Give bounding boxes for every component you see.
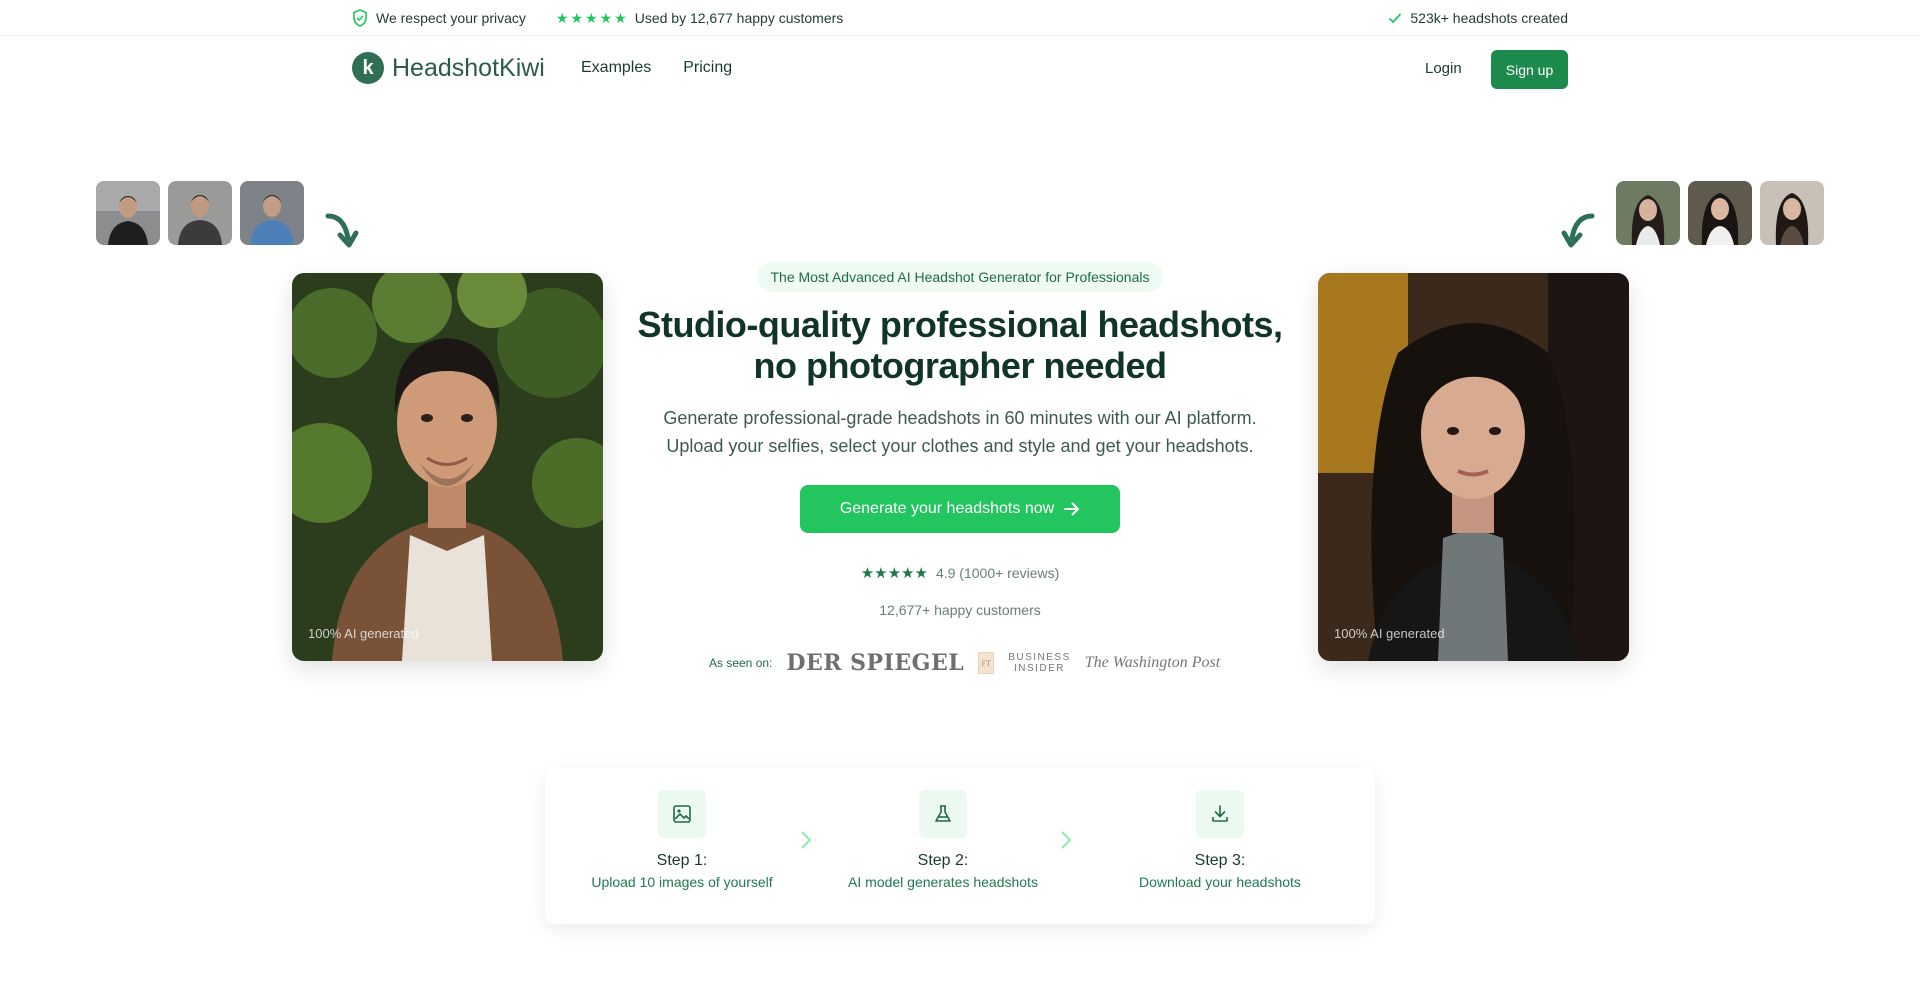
privacy-notice: We respect your privacy <box>352 8 526 28</box>
business-insider-logo: BUSINESS INSIDER <box>1008 652 1071 674</box>
hero-subtitle-line2: Upload your selfies, select your clothes… <box>666 436 1254 456</box>
step-icon-box <box>658 790 706 838</box>
generate-headshots-button[interactable]: Generate your headshots now <box>800 485 1120 533</box>
happy-customers-text: 12,677+ happy customers <box>879 602 1041 618</box>
selfie-thumbnail <box>96 181 160 245</box>
der-spiegel-logo: DER SPIEGEL <box>786 650 965 676</box>
brand-logo[interactable]: k HeadshotKiwi <box>352 52 545 84</box>
step-description: Upload 10 images of yourself <box>591 874 773 890</box>
hero-subtitle: Generate professional-grade headshots in… <box>560 404 1360 460</box>
star-icon: ★ <box>874 565 888 582</box>
hero-subtitle-line1: Generate professional-grade headshots in… <box>663 408 1257 428</box>
chevron-right-icon <box>801 831 812 849</box>
nav-link-pricing[interactable]: Pricing <box>683 59 732 77</box>
bi-line1: BUSINESS <box>1008 652 1071 663</box>
check-icon <box>1389 13 1402 24</box>
rating-text: 4.9 (1000+ reviews) <box>935 565 1060 581</box>
step-1: Step 1: Upload 10 images of yourself <box>562 790 802 890</box>
bi-line2: INSIDER <box>1013 663 1065 674</box>
headshots-created-text: 523k+ headshots created <box>1410 10 1568 26</box>
washington-post-logo: The Washington Post <box>1084 654 1221 671</box>
press-logos: As seen on: DER SPIEGEL FT BUSINESS INSI… <box>709 650 1220 676</box>
main-nav: k HeadshotKiwi Examples Pricing Login Si… <box>0 36 1920 102</box>
rating-stars: ★ ★ ★ ★ ★ <box>556 11 627 25</box>
hero-badge: The Most Advanced AI Headshot Generator … <box>757 262 1163 292</box>
cta-label: Generate your headshots now <box>839 500 1055 517</box>
shield-check-icon <box>353 9 367 27</box>
logo-mark: k <box>352 52 384 84</box>
how-it-works-card: Step 1: Upload 10 images of yourself Ste… <box>545 768 1375 924</box>
headshots-created-notice: 523k+ headshots created <box>1388 8 1568 28</box>
example-headshot-female: 100% AI generated <box>1318 273 1629 661</box>
star-icon: ★ <box>860 565 875 582</box>
rating-summary: ★★★★★ 4.9 (1000+ reviews) <box>560 565 1360 581</box>
step-description: AI model generates headshots <box>848 874 1038 890</box>
customers-text: Used by 12,677 happy customers <box>634 10 844 26</box>
hero-title: Studio-quality professional headshots, n… <box>560 304 1360 386</box>
signup-button[interactable]: Sign up <box>1491 50 1568 89</box>
announcement-bar: We respect your privacy ★ ★ ★ ★ ★ Used b… <box>0 0 1920 36</box>
rating-stars: ★★★★★ <box>861 565 928 581</box>
step-title: Step 1: <box>656 852 708 869</box>
download-icon <box>1212 805 1228 822</box>
star-icon: ★ <box>585 10 598 26</box>
star-icon: ★ <box>901 565 915 582</box>
step-icon-box <box>919 790 967 838</box>
star-icon: ★ <box>614 10 627 26</box>
star-icon: ★ <box>914 565 928 582</box>
hero-title-line2: no photographer needed <box>753 345 1167 386</box>
step-2: Step 2: AI model generates headshots <box>823 790 1063 890</box>
curved-arrow-icon <box>1561 213 1595 248</box>
press-label: As seen on: <box>709 656 773 670</box>
selfie-thumbnail <box>1616 181 1680 245</box>
image-icon <box>673 805 691 823</box>
selfie-thumbnail <box>1760 181 1824 245</box>
step-description: Download your headshots <box>1139 874 1301 890</box>
selfie-thumbnail <box>240 181 304 245</box>
login-link[interactable]: Login <box>1425 60 1462 77</box>
selfie-thumbnail <box>168 181 232 245</box>
arrow-right-icon <box>1064 502 1080 516</box>
selfie-thumbnail <box>1688 181 1752 245</box>
star-icon: ★ <box>887 565 902 582</box>
star-icon: ★ <box>570 10 584 26</box>
privacy-text: We respect your privacy <box>376 10 526 26</box>
ai-generated-caption: 100% AI generated <box>308 626 419 641</box>
step-title: Step 3: <box>1194 852 1246 869</box>
brand-name: HeadshotKiwi <box>392 53 545 82</box>
flask-icon <box>935 805 951 822</box>
step-title: Step 2: <box>917 852 969 869</box>
hero-title-line1: Studio-quality professional headshots, <box>637 304 1283 345</box>
nav-link-examples[interactable]: Examples <box>581 59 651 77</box>
ai-generated-caption: 100% AI generated <box>1334 626 1445 641</box>
curved-arrow-icon <box>325 213 359 248</box>
step-icon-box <box>1196 790 1244 838</box>
step-3: Step 3: Download your headshots <box>1100 790 1340 890</box>
financial-times-logo: FT <box>978 652 995 674</box>
star-icon: ★ <box>599 10 613 26</box>
star-icon: ★ <box>555 10 569 26</box>
example-headshot-male: 100% AI generated <box>292 273 603 661</box>
customers-notice: ★ ★ ★ ★ ★ Used by 12,677 happy customers <box>556 8 843 28</box>
chevron-right-icon <box>1061 831 1072 849</box>
